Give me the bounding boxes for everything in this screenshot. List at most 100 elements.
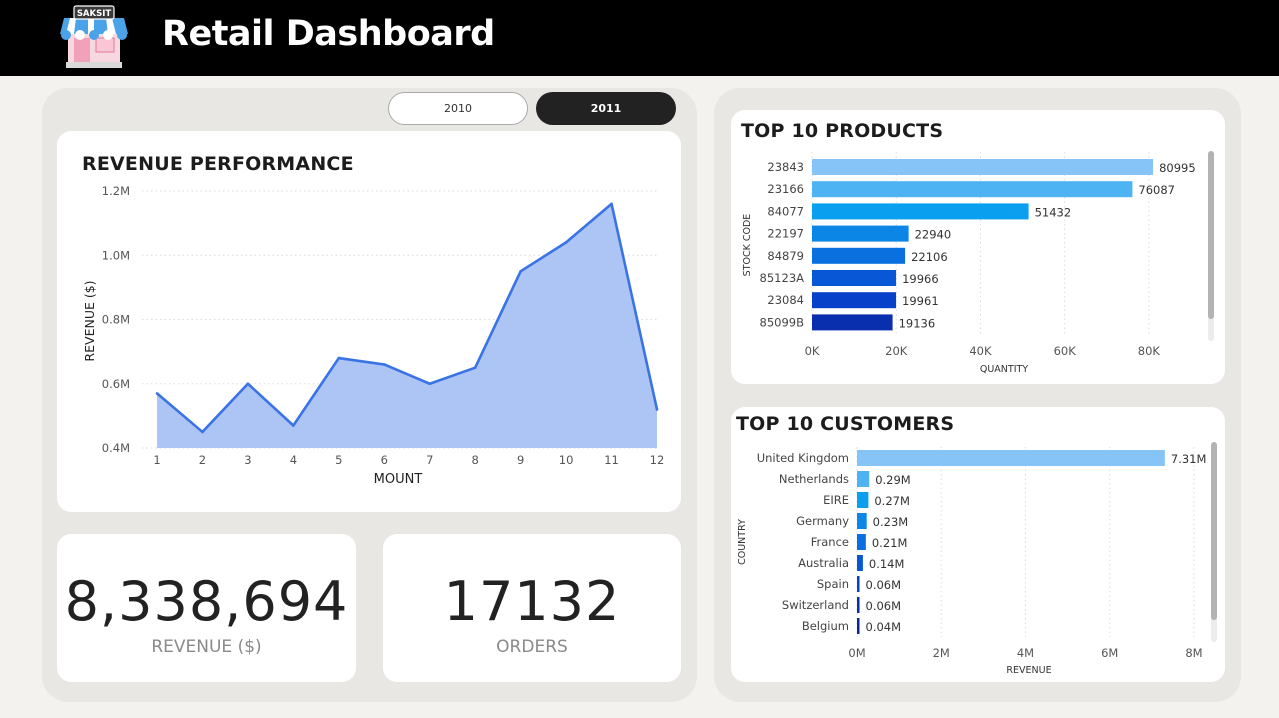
products-scrollbar[interactable]	[1208, 151, 1214, 341]
orders-kpi-card: 17132 ORDERS	[383, 534, 681, 682]
data-label: 0.27M	[874, 494, 910, 508]
y-tick-label: 0.8M	[102, 313, 130, 327]
bar	[857, 513, 867, 529]
data-label: 0.21M	[872, 536, 908, 550]
category-label: Spain	[817, 577, 849, 591]
revenue-kpi-label: REVENUE ($)	[151, 637, 262, 657]
revenue-kpi-card: 8,338,694 REVENUE ($)	[57, 534, 356, 682]
category-label: 85123A	[760, 271, 805, 285]
x-tick-label: 5	[335, 453, 342, 467]
x-tick-label: 4	[290, 453, 297, 467]
x-tick-label: 80K	[1138, 344, 1161, 358]
data-label: 22106	[911, 250, 948, 264]
data-label: 0.06M	[866, 578, 902, 592]
revenue-data-point	[610, 202, 613, 206]
top-customers-bar-chart: 0M 2M 4M 6M 8M United Kingdom 7.31M Netherlands…	[737, 447, 1206, 676]
products-scroll-thumb[interactable]	[1208, 151, 1214, 319]
x-tick-label: 2	[199, 453, 206, 467]
revenue-data-point	[519, 270, 522, 273]
x-tick-label: 2M	[933, 646, 950, 660]
x-tick-label: 40K	[969, 344, 992, 358]
data-label: 76087	[1138, 183, 1175, 197]
x-tick-label: 1	[153, 453, 160, 467]
y-axis-label: COUNTRY	[737, 519, 748, 565]
category-label: 85099B	[760, 315, 805, 329]
category-label: 23843	[767, 160, 804, 174]
bar	[857, 534, 866, 550]
y-tick-label: 1.0M	[102, 248, 130, 262]
category-label: 23084	[767, 293, 804, 307]
bar	[812, 270, 897, 286]
x-tick-label: 4M	[1017, 646, 1034, 660]
category-label: Germany	[796, 514, 849, 528]
year-filter-2010-button[interactable]: 2010	[388, 92, 528, 125]
revenue-performance-card: REVENUE PERFORMANCE 0.4M 0.6M 0.8M 1.0M 1.2M…	[57, 131, 681, 512]
page-title: Retail Dashboard	[162, 14, 495, 54]
data-label: 0.06M	[866, 599, 902, 613]
data-label: 19966	[902, 272, 939, 286]
y-axis-label: REVENUE ($)	[82, 280, 97, 361]
bar	[812, 292, 897, 309]
revenue-data-point	[337, 356, 341, 360]
top-bar: SAKSIT Retail Dashboard	[0, 0, 1279, 76]
customers-scroll-thumb[interactable]	[1211, 442, 1217, 620]
category-label: 22197	[767, 227, 804, 241]
category-label: Netherlands	[779, 472, 849, 486]
x-tick-label: 10	[559, 453, 574, 467]
data-label: 80995	[1159, 161, 1196, 175]
data-label: 51432	[1035, 205, 1072, 219]
x-tick-label: 8M	[1185, 646, 1202, 660]
x-axis-label: REVENUE	[1006, 665, 1051, 676]
revenue-data-point	[292, 424, 295, 427]
data-label: 0.23M	[873, 515, 909, 529]
category-label: 84879	[767, 249, 804, 263]
category-label: France	[811, 535, 849, 549]
category-label: Belgium	[802, 619, 849, 633]
store-logo-icon: SAKSIT	[60, 5, 128, 68]
bar	[812, 314, 893, 331]
x-axis-label: MOUNT	[374, 472, 423, 487]
top-products-bar-chart: 0K 20K 40K 60K 80K 23843 80995 23166 76087 84077 5…	[742, 152, 1196, 375]
data-label: 0.29M	[875, 473, 911, 487]
revenue-data-point	[155, 392, 159, 395]
orders-kpi-value: 17132	[443, 570, 621, 633]
x-tick-label: 9	[517, 453, 524, 467]
revenue-data-point	[382, 363, 386, 366]
bar	[857, 555, 863, 571]
data-label: 22940	[915, 228, 952, 242]
y-axis-label: STOCK CODE	[742, 214, 753, 277]
bar	[812, 247, 906, 264]
revenue-data-point	[246, 382, 250, 386]
revenue-data-point	[428, 382, 432, 386]
data-label: 19136	[899, 316, 936, 330]
logo-text: SAKSIT	[77, 9, 112, 19]
data-label: 0.14M	[869, 557, 905, 571]
x-tick-label: 11	[604, 453, 619, 467]
bar	[857, 597, 860, 613]
category-label: United Kingdom	[757, 451, 849, 465]
data-label: 19961	[902, 294, 939, 308]
revenue-data-point	[473, 366, 477, 369]
y-tick-label: 1.2M	[102, 184, 130, 198]
bar	[857, 450, 1165, 466]
category-label: Switzerland	[782, 598, 849, 612]
revenue-area-chart: 0.4M0.6M0.8M1.0M1.2M1 2 3 4 5 6 7 8 9 10 11 12MOUNT…	[82, 184, 664, 487]
orders-kpi-label: ORDERS	[496, 637, 568, 657]
year-filter-2011-button[interactable]: 2011	[536, 92, 676, 125]
x-tick-label: 6	[381, 453, 388, 467]
top-products-card: TOP 10 PRODUCTS 0K 20K 40K 60K 80K 23843 80995…	[731, 110, 1225, 384]
x-tick-label: 0M	[848, 646, 865, 660]
y-tick-label: 0.6M	[102, 377, 130, 391]
bar	[812, 159, 1154, 175]
x-tick-label: 7	[426, 453, 433, 467]
category-label: Australia	[798, 556, 849, 570]
top-customers-card: TOP 10 CUSTOMERS 0M 2M 4M 6M 8M United Kingdo…	[731, 407, 1225, 682]
x-tick-label: 6M	[1101, 646, 1118, 660]
customers-scrollbar[interactable]	[1211, 442, 1217, 642]
x-tick-label: 0K	[805, 344, 820, 358]
bar	[812, 225, 909, 242]
category-label: 84077	[767, 204, 804, 218]
revenue-data-point	[201, 430, 204, 434]
x-tick-label: 60K	[1054, 344, 1077, 358]
x-tick-label: 8	[472, 453, 479, 467]
